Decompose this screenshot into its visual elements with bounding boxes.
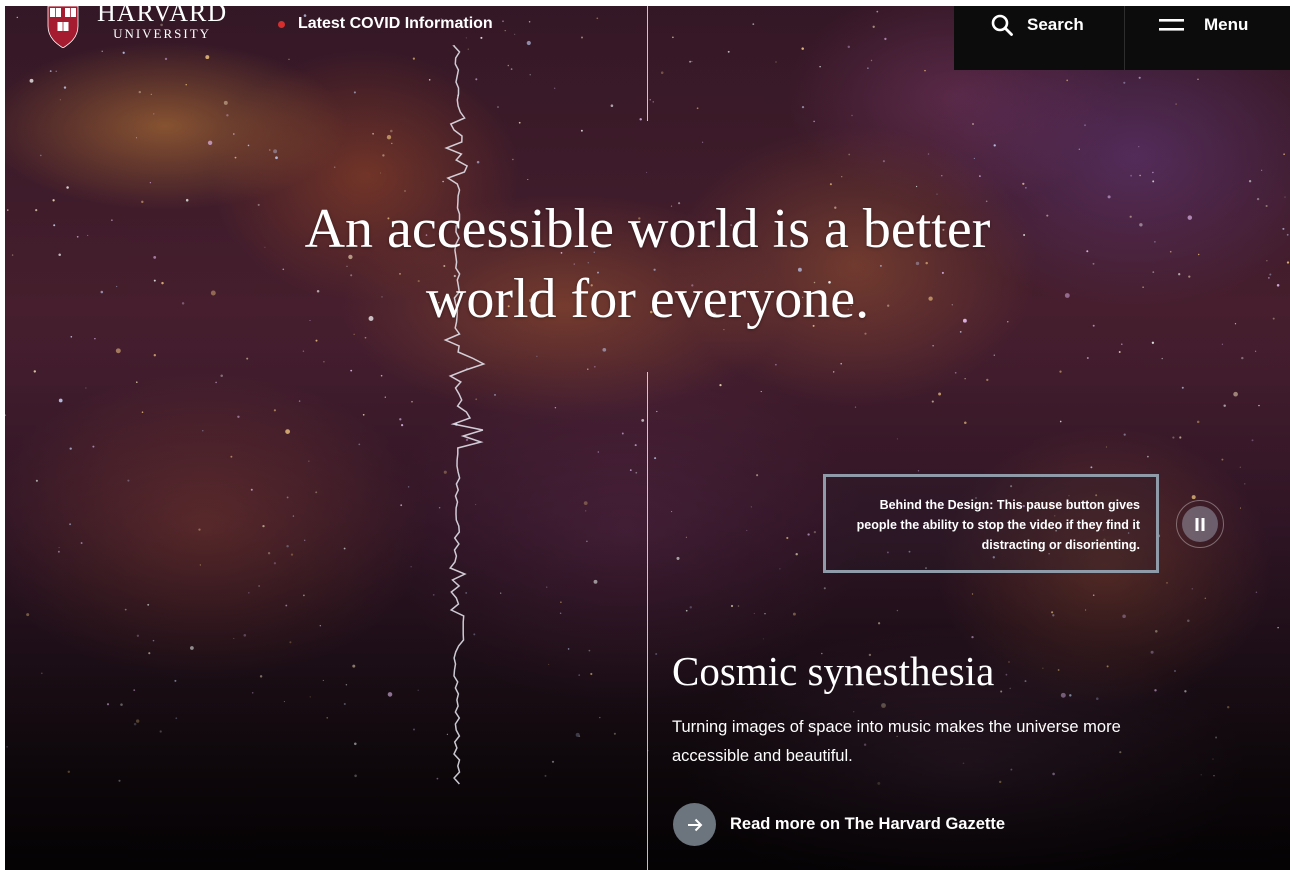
- search-button[interactable]: Search: [954, 6, 1125, 70]
- behind-the-design-note: Behind the Design: This pause button giv…: [823, 474, 1159, 573]
- harvard-shield-icon: [47, 6, 79, 48]
- covid-info-link[interactable]: Latest COVID Information: [278, 15, 493, 33]
- covid-link-label: Latest COVID Information: [298, 15, 493, 32]
- menu-label: Menu: [1204, 15, 1249, 34]
- menu-button[interactable]: Menu: [1125, 6, 1290, 70]
- read-more-link[interactable]: Read more on The Harvard Gazette: [673, 803, 1005, 846]
- arrow-right-icon: [687, 818, 702, 831]
- divider-line-top: [647, 6, 648, 121]
- page-frame: HARVARD UNIVERSITY Latest COVID Informat…: [5, 6, 1290, 870]
- pause-icon: [1195, 517, 1205, 531]
- story-title: Cosmic synesthesia: [672, 648, 995, 694]
- search-label: Search: [1027, 15, 1084, 34]
- pause-button-face: [1182, 506, 1218, 542]
- headline-line-2: world for everyone.: [425, 268, 870, 330]
- alert-dot-icon: [278, 20, 285, 28]
- story-description: Turning images of space into music makes…: [672, 718, 1121, 765]
- harvard-logo[interactable]: HARVARD UNIVERSITY: [47, 6, 227, 54]
- logo-wordmark: HARVARD UNIVERSITY: [97, 6, 227, 41]
- sound-waveform: [443, 45, 486, 785]
- menu-icon: [1159, 19, 1184, 31]
- arrow-circle: [673, 803, 716, 846]
- read-more-label: Read more on The Harvard Gazette: [730, 815, 1006, 833]
- logo-name: HARVARD: [97, 6, 228, 27]
- video-pause-button[interactable]: [1176, 500, 1224, 548]
- logo-subtitle: UNIVERSITY: [113, 26, 212, 41]
- hero-headline: An accessible world is a better world fo…: [5, 194, 1290, 334]
- divider-line-bottom: [647, 372, 648, 870]
- headline-line-1: An accessible world is a better: [304, 198, 991, 260]
- search-icon: [991, 14, 1013, 36]
- header-actions: Search Menu: [954, 6, 1290, 70]
